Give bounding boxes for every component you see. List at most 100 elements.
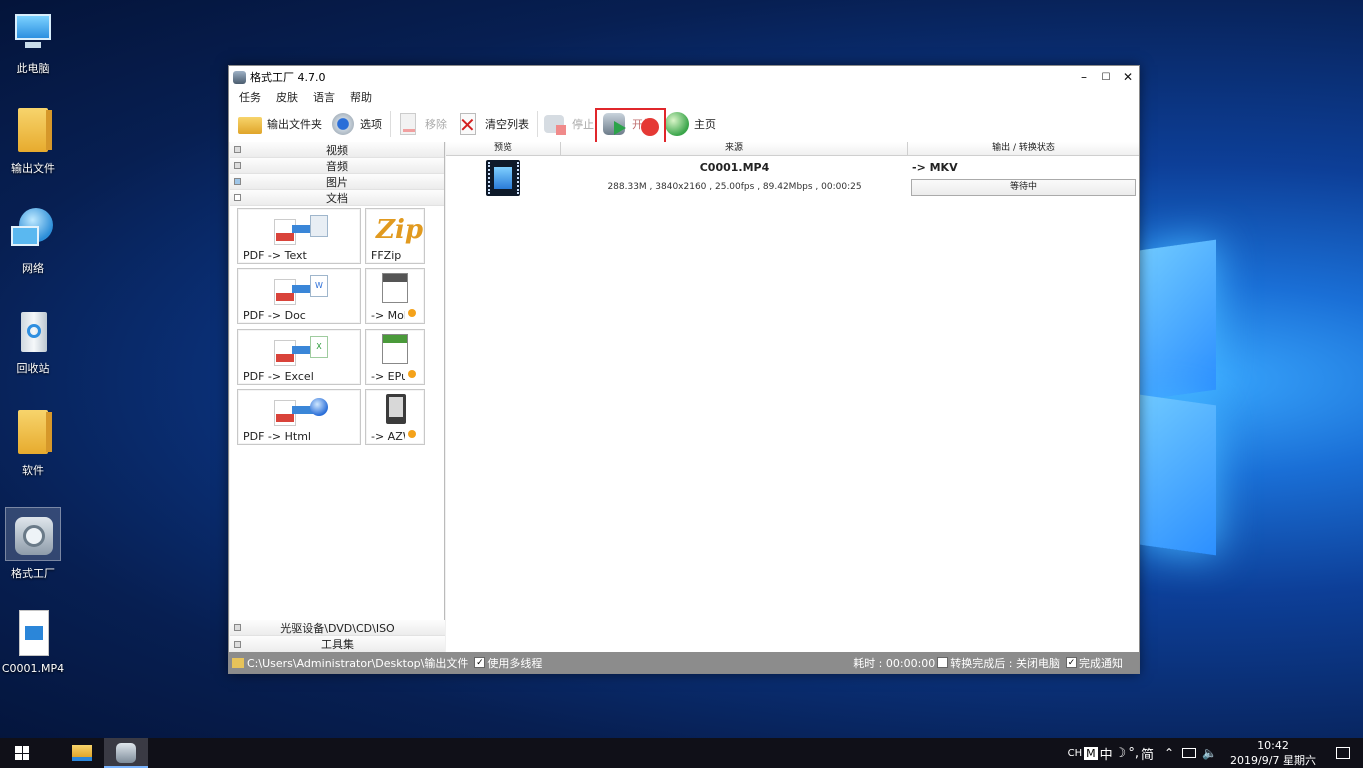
menu-bar: 任务 皮肤 语言 帮助 (229, 88, 1139, 106)
tile-label: PDF -> Excel (243, 370, 314, 383)
video-thumbnail-icon (486, 160, 520, 196)
output-folder-button[interactable]: 输出文件夹 (235, 109, 328, 139)
window-title: 格式工厂 4.7.0 (250, 71, 326, 84)
notification-center-icon[interactable] (1323, 747, 1363, 759)
tile-to-epub[interactable]: -> EPub (365, 329, 425, 385)
start-menu-button[interactable] (0, 738, 44, 768)
tile-to-azw3[interactable]: -> AZW3 (365, 389, 425, 445)
after-done-checkbox[interactable] (937, 657, 949, 668)
desktop-icon-video-file[interactable]: C0001.MP4 (0, 610, 66, 675)
menu-language[interactable]: 语言 (313, 89, 335, 105)
category-panel: 视频 音频 图片 文档 PDF -> Text Zip FFZip W PDF … (230, 142, 445, 652)
menu-help[interactable]: 帮助 (350, 89, 372, 105)
recycle-bin-icon (9, 308, 57, 356)
menu-task[interactable]: 任务 (239, 89, 261, 105)
stop-label: 停止 (572, 118, 594, 131)
tile-ffzip[interactable]: Zip FFZip (365, 208, 425, 264)
category-video[interactable]: 视频 (230, 142, 444, 158)
status-dot (408, 370, 416, 378)
volume-icon[interactable]: 🔈 (1202, 746, 1217, 760)
clear-list-button[interactable]: ✕ 清空列表 (453, 109, 535, 139)
title-bar[interactable]: 格式工厂 4.7.0 – ☐ ✕ (229, 66, 1139, 88)
category-label: 文档 (326, 191, 348, 205)
options-button[interactable]: 选项 (328, 109, 388, 139)
desktop-icon-recycle-bin[interactable]: 回收站 (2, 308, 64, 376)
windows-start-icon (15, 746, 29, 760)
menu-skin[interactable]: 皮肤 (276, 89, 298, 105)
chevron-up-icon[interactable]: ⌃ (1164, 746, 1174, 760)
desktop-icon-this-pc[interactable]: 此电脑 (2, 8, 64, 76)
column-output-status[interactable]: 输出 / 转换状态 (908, 142, 1139, 155)
tile-label: PDF -> Html (243, 430, 311, 443)
format-factory-taskbar[interactable] (104, 738, 148, 768)
category-label: 图片 (326, 175, 348, 189)
multithread-checkbox[interactable]: ✓ (474, 657, 486, 668)
notify-checkbox[interactable]: ✓ (1066, 657, 1077, 668)
desktop-icon-label: 输出文件 (11, 162, 55, 175)
close-button[interactable]: ✕ (1117, 66, 1139, 88)
stop-button[interactable]: 停止 (540, 109, 600, 139)
system-tray: CH M 中 ☽ °, 简 ⌃ 🔈 10:42 2019/9/7 星期六 (1068, 738, 1363, 768)
category-label: 工具集 (321, 638, 354, 651)
remove-label: 移除 (425, 118, 447, 131)
file-explorer-icon (72, 745, 92, 761)
category-image[interactable]: 图片 (230, 174, 444, 190)
clock[interactable]: 10:42 2019/9/7 星期六 (1223, 738, 1323, 768)
status-dot (408, 430, 416, 438)
network-icon (9, 208, 57, 256)
folder-icon[interactable] (232, 657, 244, 668)
mobi-icon (382, 273, 408, 303)
toolbar-divider (537, 111, 538, 137)
this-pc-icon (9, 8, 57, 56)
app-icon (233, 70, 246, 84)
pdf-to-html-icon (274, 396, 328, 426)
task-status: 等待中 (911, 179, 1136, 196)
home-button[interactable]: 主页 (662, 109, 722, 139)
start-button-highlight (595, 108, 666, 146)
output-path[interactable]: C:\Users\Administrator\Desktop\输出文件 (247, 655, 468, 671)
desktop-icon-network[interactable]: 网络 (2, 208, 64, 276)
category-label: 视频 (326, 143, 348, 157)
video-file-icon (9, 610, 57, 658)
folder-icon (9, 108, 57, 156)
desktop-icon-format-factory[interactable]: 格式工厂 (5, 507, 61, 581)
remove-icon (395, 111, 421, 137)
epub-icon (382, 334, 408, 364)
tile-pdf-to-doc[interactable]: W PDF -> Doc (237, 268, 361, 324)
category-label: 光驱设备\DVD\CD\ISO (280, 621, 395, 635)
zip-icon: Zip (376, 215, 424, 245)
format-factory-window: 格式工厂 4.7.0 – ☐ ✕ 任务 皮肤 语言 帮助 输出文件夹 选项 移除… (228, 65, 1140, 674)
task-row[interactable]: C0001.MP4 288.33M , 3840x2160 , 25.00fps… (446, 156, 1139, 200)
category-document[interactable]: 文档 (230, 190, 444, 206)
tile-pdf-to-html[interactable]: PDF -> Html (237, 389, 361, 445)
desktop-icon-output-folder[interactable]: 输出文件 (2, 108, 64, 176)
maximize-button[interactable]: ☐ (1095, 66, 1117, 88)
minimize-button[interactable]: – (1073, 66, 1095, 88)
tile-pdf-to-text[interactable]: PDF -> Text (237, 208, 361, 264)
column-preview[interactable]: 预览 (446, 142, 561, 155)
tile-to-mobi[interactable]: -> Mobi (365, 268, 425, 324)
category-toolset[interactable]: 工具集 (230, 636, 445, 652)
task-filename: C0001.MP4 (699, 161, 770, 174)
toolbar: 输出文件夹 选项 移除 ✕ 清空列表 停止 主页 (229, 106, 1139, 146)
clear-list-label: 清空列表 (485, 118, 529, 131)
tile-label: -> Mobi (371, 309, 405, 322)
toolbar-divider (390, 111, 391, 137)
category-optical-drive[interactable]: 光驱设备\DVD\CD\ISO (230, 620, 445, 636)
taskbar: CH M 中 ☽ °, 简 ⌃ 🔈 10:42 2019/9/7 星期六 (0, 738, 1363, 768)
ime-indicator[interactable]: CH M 中 ☽ °, 简 (1068, 744, 1154, 763)
network-icon[interactable] (1182, 748, 1197, 758)
tile-pdf-to-excel[interactable]: X PDF -> Excel (237, 329, 361, 385)
pdf-to-excel-icon: X (274, 336, 328, 366)
desktop-icon-label: 格式工厂 (11, 567, 55, 580)
after-done-label[interactable]: 转换完成后 : 关闭电脑 (950, 655, 1060, 671)
file-explorer-taskbar[interactable] (60, 738, 104, 768)
elapsed-time: 耗时 : 00:00:00 (853, 656, 936, 670)
desktop-icon-software-folder[interactable]: 软件 (2, 410, 64, 478)
column-source[interactable]: 来源 (561, 142, 908, 155)
category-audio[interactable]: 音频 (230, 158, 444, 174)
clock-date: 2019/9/7 星期六 (1230, 754, 1316, 767)
ime-halfwidth: ☽ (1114, 745, 1127, 761)
remove-button[interactable]: 移除 (393, 109, 453, 139)
multithread-label: 使用多线程 (487, 656, 543, 670)
